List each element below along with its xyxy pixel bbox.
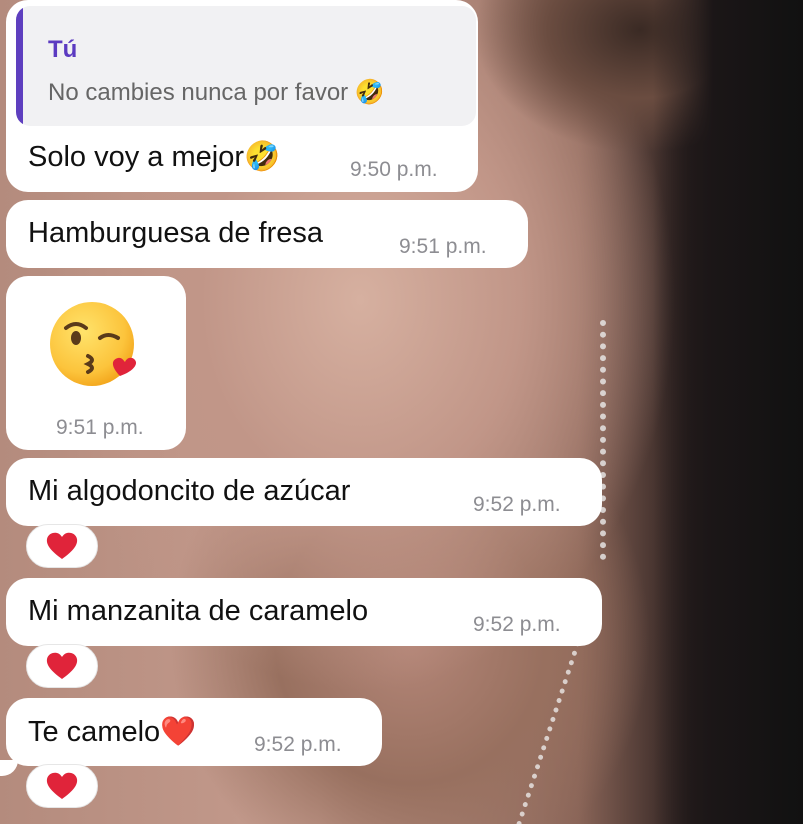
message-timestamp: 9:52 p.m.: [473, 613, 561, 636]
message-timestamp: 9:51 p.m.: [56, 416, 144, 439]
message-bubble-6[interactable]: Te camelo❤️ 9:52 p.m.: [6, 698, 382, 766]
reply-author: Tú: [48, 36, 78, 63]
message-timestamp: 9:51 p.m.: [399, 235, 487, 258]
message-bubble-5[interactable]: Mi manzanita de caramelo 9:52 p.m.: [6, 578, 602, 646]
message-bubble-2[interactable]: Hamburguesa de fresa 9:51 p.m.: [6, 200, 528, 268]
message-timestamp: 9:52 p.m.: [254, 733, 342, 756]
message-text-wrap: Solo voy a mejor🤣: [28, 140, 280, 174]
message-text: Mi manzanita de caramelo: [28, 595, 369, 627]
message-text: Mi algodoncito de azúcar: [28, 475, 351, 507]
laughing-emoji-icon: 🤣: [244, 141, 281, 173]
reply-quote[interactable]: Tú No cambies nunca por favor 🤣: [16, 6, 476, 126]
message-bubble-4[interactable]: Mi algodoncito de azúcar 9:52 p.m.: [6, 458, 602, 526]
message-text: Solo voy a mejor: [28, 141, 244, 173]
message-bubble-1[interactable]: Tú No cambies nunca por favor 🤣 Solo voy…: [6, 0, 478, 192]
kissing-face-emoji-icon: [50, 302, 137, 386]
reaction-badge[interactable]: [26, 764, 98, 808]
reply-quoted-text: No cambies nunca por favor 🤣: [48, 79, 385, 106]
wallpaper-hair: [653, 0, 803, 824]
heart-icon: [46, 652, 78, 679]
reply-accent-bar: [16, 6, 23, 126]
reaction-badge[interactable]: [26, 644, 98, 688]
message-text: Te camelo: [28, 716, 161, 748]
reaction-badge[interactable]: [26, 524, 98, 568]
message-timestamp: 9:52 p.m.: [473, 493, 561, 516]
wallpaper-earring: [600, 320, 616, 560]
message-text-wrap: Te camelo❤️: [28, 715, 196, 749]
message-text: Hamburguesa de fresa: [28, 217, 323, 249]
heart-icon: [46, 772, 78, 799]
red-heart-emoji-icon: ❤️: [160, 716, 197, 748]
heart-icon: [46, 532, 78, 559]
message-timestamp: 9:50 p.m.: [350, 158, 438, 181]
